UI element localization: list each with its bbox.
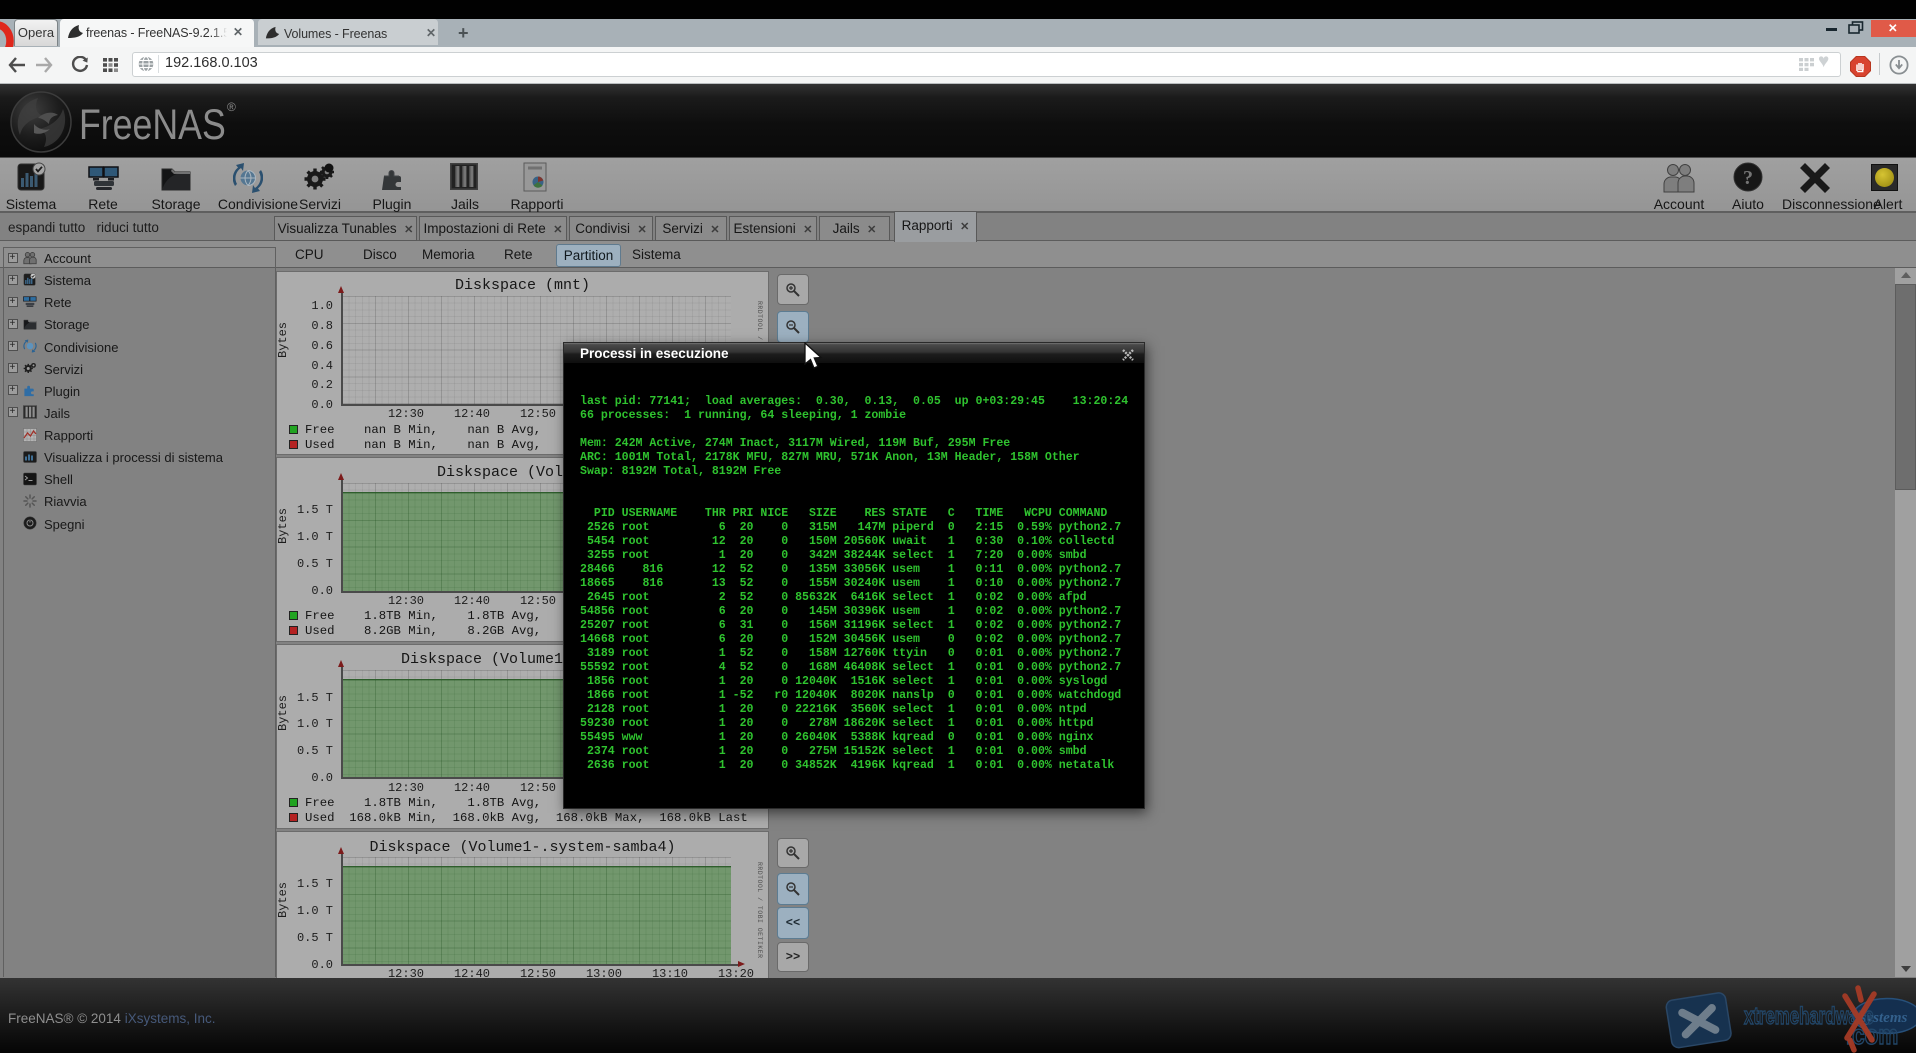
svg-text:?: ? bbox=[1743, 167, 1753, 189]
svg-text:RRDTOOL / TOBI OETIKER: RRDTOOL / TOBI OETIKER bbox=[756, 862, 763, 958]
